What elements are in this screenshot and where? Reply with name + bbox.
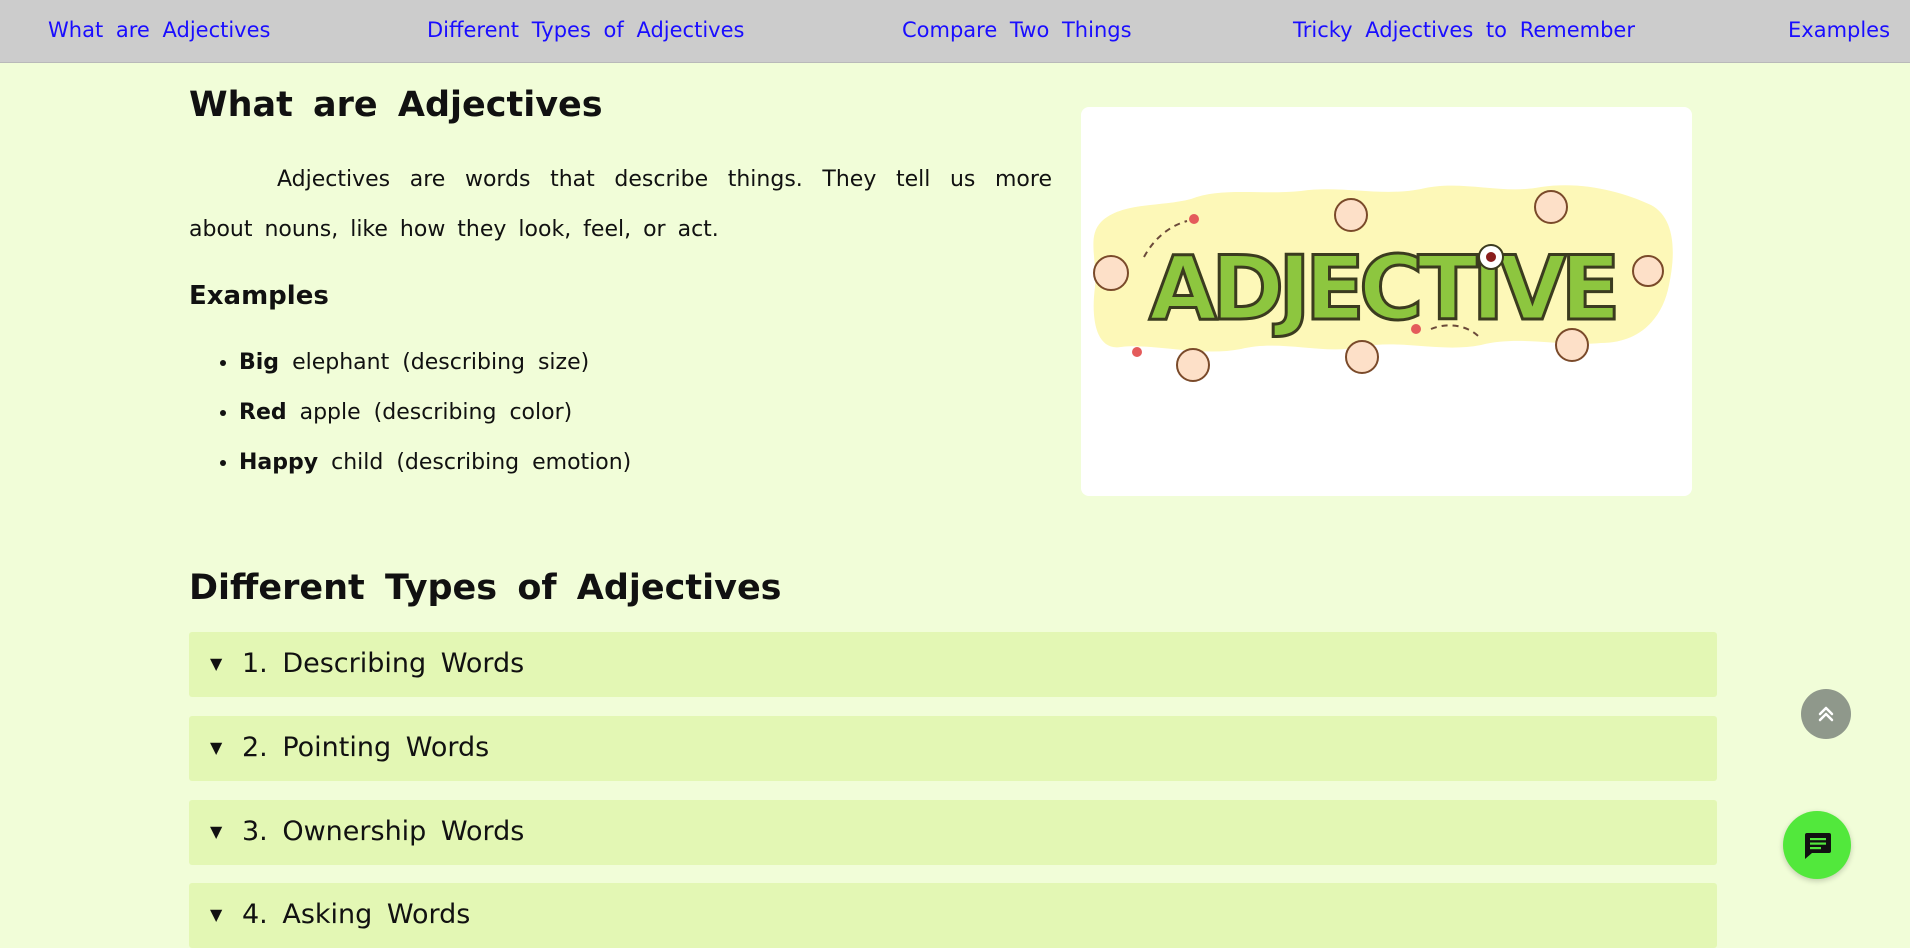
accordion-asking-words[interactable]: ▼ 4. Asking Words: [189, 883, 1717, 948]
triangle-down-icon: ▼: [210, 654, 223, 673]
chat-button[interactable]: [1783, 811, 1851, 879]
wordmark-text: ADJECTIVE: [1149, 237, 1615, 340]
example-keyword: Red: [239, 400, 287, 425]
list-item: Red apple (describing color): [239, 388, 631, 438]
triangle-down-icon: ▼: [210, 738, 223, 757]
double-chevron-up-icon: [1818, 706, 1834, 722]
nav-link-examples[interactable]: Examples: [1788, 18, 1890, 42]
scroll-to-top-button[interactable]: [1801, 689, 1851, 739]
nav-link-tricky-adjectives[interactable]: Tricky Adjectives to Remember: [1293, 18, 1635, 42]
triangle-down-icon: ▼: [210, 905, 223, 924]
example-description: apple (describing color): [299, 400, 573, 425]
adjective-wordmark-image: ADJECTIVE: [1093, 185, 1673, 382]
example-keyword: Big: [239, 350, 280, 375]
nav-link-what-are-adjectives[interactable]: What are Adjectives: [48, 18, 270, 42]
intro-paragraph: Adjectives are words that describe thing…: [189, 167, 1052, 242]
examples-list: Big elephant (describing size) Red apple…: [189, 338, 631, 488]
nav-link-different-types[interactable]: Different Types of Adjectives: [427, 18, 744, 42]
adjective-illustration: ADJECTIVE: [1081, 107, 1692, 496]
accordion-label: 1. Describing Words: [242, 648, 525, 679]
triangle-down-icon: ▼: [210, 822, 223, 841]
accordion-ownership-words[interactable]: ▼ 3. Ownership Words: [189, 800, 1717, 865]
accordion-pointing-words[interactable]: ▼ 2. Pointing Words: [189, 716, 1717, 781]
accordion-describing-words[interactable]: ▼ 1. Describing Words: [189, 632, 1717, 697]
list-item: Happy child (describing emotion): [239, 438, 631, 488]
section-title-what-are-adjectives: What are Adjectives: [189, 85, 603, 125]
accordion-label: 3. Ownership Words: [242, 816, 525, 847]
examples-heading: Examples: [189, 281, 329, 311]
section-title-different-types: Different Types of Adjectives: [189, 568, 782, 608]
example-keyword: Happy: [239, 450, 319, 475]
top-navigation: What are Adjectives Different Types of A…: [0, 0, 1910, 63]
example-description: child (describing emotion): [331, 450, 632, 475]
list-item: Big elephant (describing size): [239, 338, 631, 388]
example-description: elephant (describing size): [292, 350, 590, 375]
nav-link-compare-two-things[interactable]: Compare Two Things: [902, 18, 1132, 42]
accordion-label: 2. Pointing Words: [242, 732, 490, 763]
chat-message-icon: [1805, 833, 1831, 859]
accordion-label: 4. Asking Words: [242, 899, 471, 930]
